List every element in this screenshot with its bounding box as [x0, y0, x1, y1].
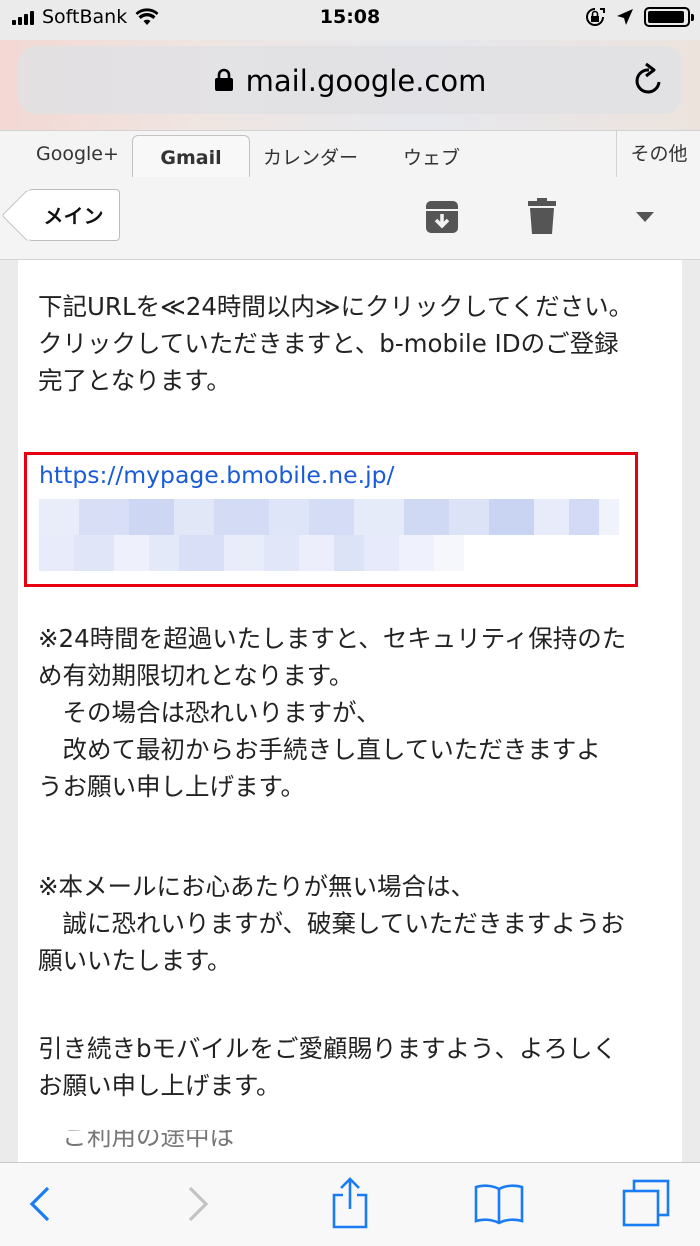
- safari-bottom-toolbar: [0, 1162, 700, 1246]
- address-bar[interactable]: mail.google.com: [18, 46, 682, 114]
- email-body: 下記URLを≪24時間以内≫にクリックしてください。 クリックしていただきますと…: [18, 260, 682, 1165]
- bookmarks-icon[interactable]: [474, 1183, 524, 1225]
- back-button-label: メイン: [43, 204, 104, 228]
- browser-header: mail.google.com: [0, 40, 700, 130]
- google-nav-tabs: Google+ Gmail カレンダー ウェブ その他: [0, 130, 700, 178]
- email-disclaimer: ※本メールにお心あたりが無い場合は、 誠に恐れいりますが、破棄していただきますよ…: [38, 872, 625, 975]
- highlighted-link-box: https://mypage.bmobile.ne.jp/: [24, 452, 638, 587]
- forward-arrow-icon[interactable]: [186, 1185, 210, 1223]
- orientation-lock-icon: [586, 8, 605, 26]
- url-text: mail.google.com: [245, 64, 487, 98]
- cut-off-line: ご利用の途中は: [18, 1130, 682, 1165]
- archive-icon[interactable]: [424, 199, 460, 235]
- more-dropdown-icon[interactable]: [635, 211, 655, 223]
- tab-more[interactable]: その他: [616, 131, 700, 177]
- tabs-icon[interactable]: [622, 1179, 670, 1227]
- redacted-url-line-2: [39, 535, 464, 571]
- tab-calendar[interactable]: カレンダー: [263, 143, 358, 170]
- back-to-inbox-button[interactable]: メイン: [28, 189, 120, 241]
- share-icon[interactable]: [330, 1177, 370, 1229]
- url-display[interactable]: mail.google.com: [18, 64, 682, 98]
- email-cut-off-text: ご利用の途中は: [38, 1130, 234, 1151]
- gmail-toolbar: メイン: [0, 177, 700, 260]
- battery-icon: [644, 7, 694, 27]
- tab-gmail[interactable]: Gmail: [132, 135, 250, 178]
- email-closing: 引き続きbモバイルをご愛顧賜りますよう、よろしく お願い申し上げます。: [38, 1034, 618, 1100]
- reload-icon[interactable]: [632, 62, 666, 98]
- email-intro-text: 下記URLを≪24時間以内≫にクリックしてください。 クリックしていただきますと…: [38, 292, 634, 395]
- status-bar: SoftBank 15:08: [0, 0, 700, 40]
- email-expiry-notice: ※24時間を超過いたしますと、セキュリティ保持のた め有効期限切れとなります。 …: [38, 624, 627, 801]
- status-right: [584, 6, 694, 28]
- redacted-url-line-1: [39, 499, 619, 535]
- tab-google-plus[interactable]: Google+: [36, 143, 119, 165]
- tab-web[interactable]: ウェブ: [403, 143, 460, 170]
- lock-icon: [214, 68, 233, 91]
- back-arrow-icon[interactable]: [28, 1185, 52, 1223]
- location-icon: [617, 9, 633, 25]
- trash-icon[interactable]: [527, 197, 557, 235]
- verification-link[interactable]: https://mypage.bmobile.ne.jp/: [39, 461, 394, 489]
